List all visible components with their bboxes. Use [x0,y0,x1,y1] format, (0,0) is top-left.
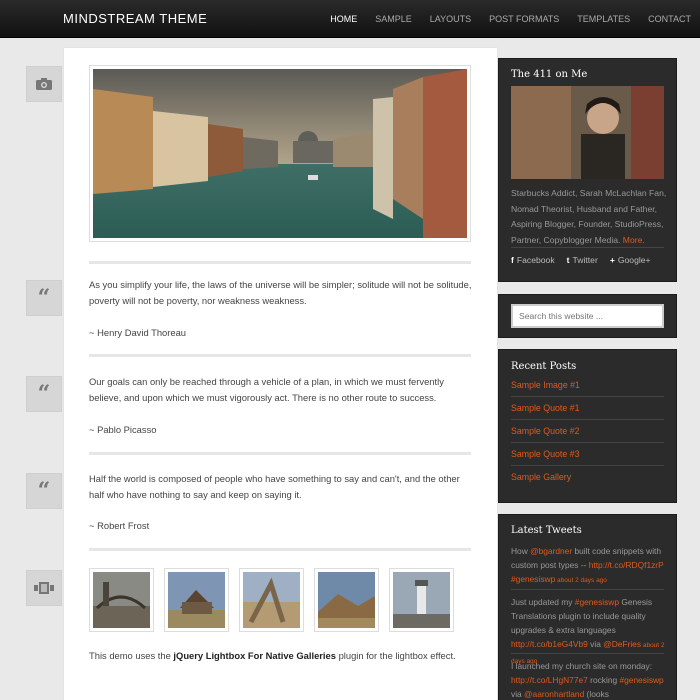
gallery-thumb[interactable] [314,568,379,632]
googleplus-icon: + [609,255,615,265]
tweet-link[interactable]: http://t.co/b1eG4Vb9 [511,639,588,649]
recent-posts-widget: Recent Posts Sample Image #1 Sample Quot… [498,349,677,503]
gallery-thumb[interactable] [389,568,454,632]
gallery-note: This demo uses the jQuery Lightbox For N… [89,650,456,661]
gallery [89,568,454,632]
recent-post-link[interactable]: Sample Quote #1 [511,403,579,413]
recent-post-link[interactable]: Sample Image #1 [511,380,580,390]
tweet-link[interactable]: http://t.co/RDQf1zrP [589,560,664,570]
tweet-time[interactable]: about 2 days ago [555,577,607,584]
search-input[interactable] [511,304,664,328]
tweet: I launched my church site on monday: htt… [511,661,664,699]
divider [89,452,471,455]
tweet: Just updated my #genesiswp Genesis Trans… [511,597,665,665]
gallery-thumb[interactable] [164,568,229,632]
nav-contact[interactable]: CONTACT [639,0,700,38]
mention-link[interactable]: @bgardner [530,546,572,556]
divider [511,589,664,590]
main-content: As you simplify your life, the laws of t… [64,48,497,700]
lightbox-plugin-link[interactable]: jQuery Lightbox For Native Galleries [173,650,336,661]
quote-icon[interactable]: “ [26,280,62,316]
divider [511,396,664,397]
quote-author: ~ Robert Frost [89,520,150,531]
divider [89,261,471,264]
hashtag-link[interactable]: #genesiswp [511,574,555,584]
twitter-icon: t [566,255,570,265]
author-photo [511,86,664,179]
gallery-thumb[interactable] [89,568,154,632]
search-widget [498,294,677,338]
divider [511,465,664,466]
nav-templates[interactable]: TEMPLATES [568,0,639,38]
quote-author: ~ Pablo Picasso [89,424,157,435]
mention-link[interactable]: @aaronhartland [524,689,584,699]
recent-post-link[interactable]: Sample Quote #3 [511,449,579,459]
about-text: Starbucks Addict, Sarah McLachlan Fan, N… [511,188,667,245]
quote-author: ~ Henry David Thoreau [89,327,187,338]
nav-post-formats[interactable]: POST FORMATS [480,0,568,38]
mention-link[interactable]: @DeFries [603,639,641,649]
nav-sample[interactable]: SAMPLE [366,0,421,38]
quote-text: Half the world is composed of people who… [89,473,460,500]
divider [89,354,471,357]
divider [511,247,664,248]
about-more-link[interactable]: More. [623,235,645,245]
tweet: How @bgardner built code snippets with c… [511,546,664,584]
facebook-icon: f [511,255,514,265]
quote-icon[interactable]: “ [26,473,62,509]
recent-post-link[interactable]: Sample Gallery [511,472,571,482]
widget-title: Latest Tweets [511,525,582,536]
googleplus-link[interactable]: + Google+ [610,255,651,265]
divider [511,653,664,654]
divider [511,419,664,420]
gallery-thumb[interactable] [239,568,304,632]
site-title[interactable]: MINDSTREAM THEME [63,11,207,26]
recent-post-link[interactable]: Sample Quote #2 [511,426,579,436]
divider [511,442,664,443]
gallery-icon[interactable] [26,570,62,606]
tweet-link[interactable]: http://t.co/LHgN77e7 [511,675,588,685]
widget-title: Recent Posts [511,361,577,372]
social-links: f Facebook t Twitter + Google+ [511,255,651,265]
nav-layouts[interactable]: LAYOUTS [421,0,480,38]
latest-tweets-widget: Latest Tweets How @bgardner built code s… [498,514,677,700]
quote-text: Our goals can only be reached through a … [89,376,444,403]
facebook-link[interactable]: f Facebook [511,255,555,265]
quote-text: As you simplify your life, the laws of t… [89,279,472,306]
nav-home[interactable]: HOME [321,0,366,38]
twitter-link[interactable]: t Twitter [567,255,598,265]
quote-icon[interactable]: “ [26,376,62,412]
hashtag-link[interactable]: #genesiswp [619,675,663,685]
top-bar: MINDSTREAM THEME HOME SAMPLE LAYOUTS POS… [0,0,700,38]
widget-title: The 411 on Me [511,69,588,80]
venice-canal-image[interactable] [89,65,471,242]
hashtag-link[interactable]: #genesiswp [575,597,619,607]
camera-icon[interactable] [26,66,62,102]
divider [89,548,471,551]
main-nav: HOME SAMPLE LAYOUTS POST FORMATS TEMPLAT… [321,0,700,38]
about-widget: The 411 on Me Starbucks Addict, Sarah Mc… [498,58,677,282]
